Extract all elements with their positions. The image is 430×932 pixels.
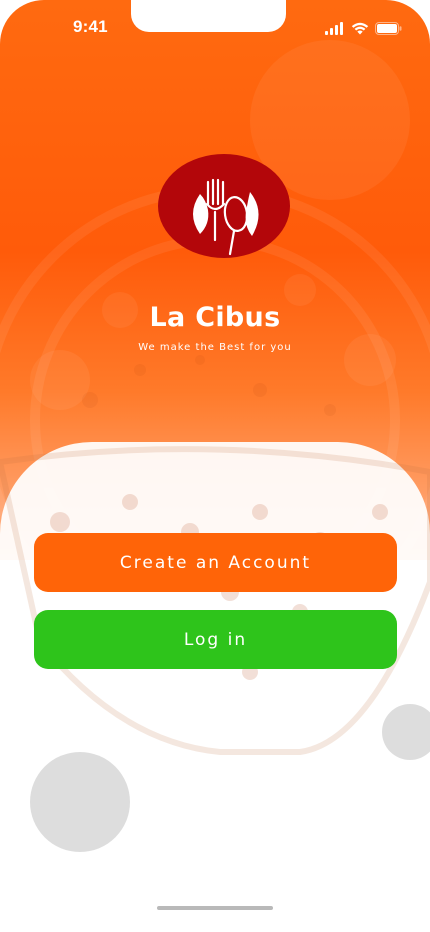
fork-spoon-icon [193, 178, 259, 256]
login-button[interactable]: Log in [34, 610, 397, 669]
brand-title: La Cibus [149, 302, 281, 333]
brand-tagline: We make the Best for you [138, 342, 292, 353]
signal-icon [325, 22, 343, 35]
status-bar: 9:41 [0, 0, 430, 54]
phone-screen: 9:41 La Cibus We make the Best for you C… [0, 0, 430, 932]
wifi-icon [351, 22, 369, 35]
create-account-button[interactable]: Create an Account [34, 533, 397, 592]
bottom-sheet [0, 442, 430, 932]
home-indicator[interactable] [157, 906, 273, 910]
battery-icon [375, 22, 402, 35]
device-notch [131, 0, 286, 32]
status-icons [325, 19, 402, 35]
status-time: 9:41 [73, 17, 108, 36]
